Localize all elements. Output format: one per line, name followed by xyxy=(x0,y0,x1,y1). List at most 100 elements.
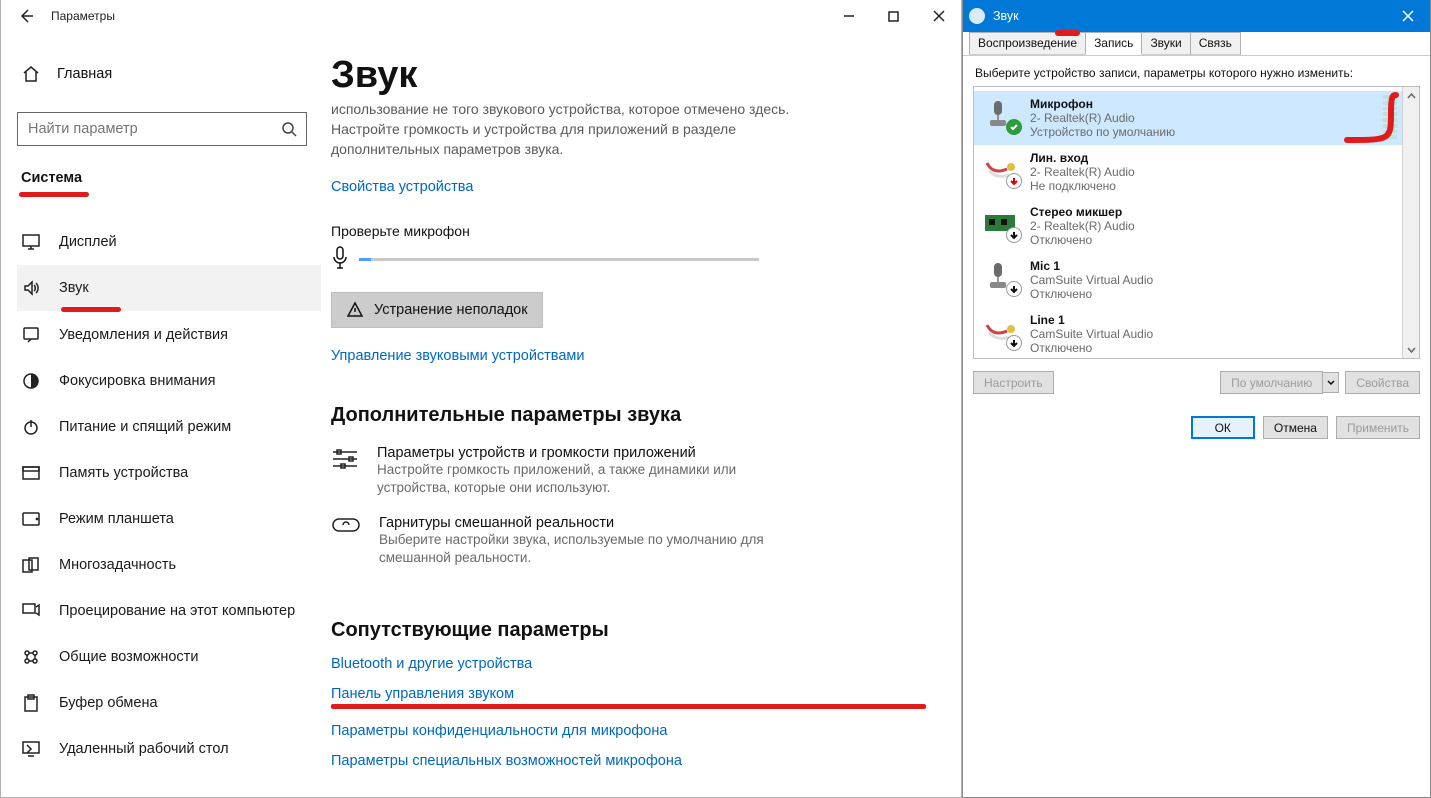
settings-window-title: Параметры xyxy=(43,9,115,23)
app-volume-desc: Настройте громкость приложений, а также … xyxy=(377,461,781,497)
device-icon xyxy=(982,313,1020,349)
sidebar-item-label: Память устройства xyxy=(59,465,188,481)
back-arrow-icon xyxy=(18,8,34,24)
app-volume-item[interactable]: Параметры устройств и громкости приложен… xyxy=(331,445,781,497)
manage-sound-devices-link[interactable]: Управление звуковыми устройствами xyxy=(331,348,931,364)
related-heading: Сопутствующие параметры xyxy=(331,619,931,642)
close-button[interactable] xyxy=(916,1,961,31)
mixed-reality-desc: Выберите настройки звука, используемые п… xyxy=(379,531,781,567)
device-name: Стерео микшер xyxy=(1030,205,1135,219)
mic-level-bar xyxy=(359,258,759,261)
sidebar-item-focus[interactable]: Фокусировка внимания xyxy=(17,358,321,404)
power-icon xyxy=(21,417,41,437)
device-driver: CamSuite Virtual Audio xyxy=(1030,327,1153,341)
sidebar-item-clipboard[interactable]: Буфер обмена xyxy=(17,680,321,726)
sidebar-item-sound[interactable]: Звук xyxy=(17,265,321,311)
scroll-up-icon[interactable] xyxy=(1403,87,1419,104)
intro-text: использование не того звукового устройст… xyxy=(331,99,791,159)
display-icon xyxy=(21,232,41,252)
related-link-0[interactable]: Bluetooth и другие устройства xyxy=(331,656,931,672)
back-button[interactable] xyxy=(9,8,43,24)
device-name: Микрофон xyxy=(1030,97,1175,111)
device-name: Line 1 xyxy=(1030,313,1153,327)
device-list-scrollbar[interactable] xyxy=(1402,87,1419,358)
ok-button[interactable]: ОК xyxy=(1191,416,1255,439)
device-icon xyxy=(982,205,1020,241)
set-default-label: По умолчанию xyxy=(1220,371,1323,394)
mixed-reality-title: Гарнитуры смешанной реальности xyxy=(379,515,781,531)
page-title: Звук xyxy=(331,54,931,97)
sidebar-item-remote[interactable]: Удаленный рабочий стол xyxy=(17,726,321,772)
chevron-down-icon[interactable] xyxy=(1323,372,1339,393)
device-driver: 2- Realtek(R) Audio xyxy=(1030,219,1135,233)
home-nav[interactable]: Главная xyxy=(17,56,321,92)
recording-panel: Выберите устройство записи, параметры ко… xyxy=(963,56,1430,404)
settings-titlebar: Параметры xyxy=(1,0,961,32)
related-link-3[interactable]: Параметры специальных возможностей микро… xyxy=(331,753,931,769)
apply-button[interactable]: Применить xyxy=(1336,416,1420,439)
related-link-1[interactable]: Панель управления звуком xyxy=(331,686,931,702)
sidebar-item-label: Режим планшета xyxy=(59,511,174,527)
related-link-2[interactable]: Параметры конфиденциальности для микрофо… xyxy=(331,723,931,739)
sidebar-item-notify[interactable]: Уведомления и действия xyxy=(17,312,321,358)
device-icon xyxy=(982,259,1020,295)
device-status: Отключено xyxy=(1030,341,1153,355)
sidebar-item-shared[interactable]: Общие возможности xyxy=(17,634,321,680)
sound-close-button[interactable] xyxy=(1386,0,1430,32)
storage-icon xyxy=(21,463,41,483)
minimize-icon xyxy=(843,10,855,22)
device-driver: 2- Realtek(R) Audio xyxy=(1030,165,1135,179)
scroll-down-icon[interactable] xyxy=(1403,341,1419,358)
project-icon xyxy=(21,601,41,621)
sidebar-item-display[interactable]: Дисплей xyxy=(17,219,321,265)
mic-vu-meter xyxy=(1383,95,1397,139)
home-label: Главная xyxy=(57,66,112,82)
sound-icon xyxy=(21,278,41,298)
advanced-heading: Дополнительные параметры звука xyxy=(331,404,931,427)
sidebar-item-storage[interactable]: Память устройства xyxy=(17,450,321,496)
tab-2[interactable]: Звуки xyxy=(1141,32,1190,55)
sidebar-item-label: Буфер обмена xyxy=(59,695,158,711)
multitask-icon xyxy=(21,555,41,575)
home-icon xyxy=(21,64,41,84)
sidebar-item-power[interactable]: Питание и спящий режим xyxy=(17,404,321,450)
mixed-reality-item[interactable]: Гарнитуры смешанной реальности Выберите … xyxy=(331,515,781,567)
device-properties-link[interactable]: Свойства устройства xyxy=(331,179,931,195)
search-input[interactable] xyxy=(18,121,272,137)
properties-button[interactable]: Свойства xyxy=(1345,371,1420,394)
device-driver: 2- Realtek(R) Audio xyxy=(1030,111,1175,125)
device-status: Не подключено xyxy=(1030,179,1135,193)
set-default-button[interactable]: По умолчанию xyxy=(1220,371,1339,394)
sidebar-item-tablet[interactable]: Режим планшета xyxy=(17,496,321,542)
sliders-icon xyxy=(331,445,359,497)
settings-main: Звук использование не того звукового уст… xyxy=(331,32,961,797)
maximize-button[interactable] xyxy=(871,1,916,31)
device-row-0[interactable]: Микрофон2- Realtek(R) AudioУстройство по… xyxy=(974,91,1402,145)
device-name: Лин. вход xyxy=(1030,151,1135,165)
device-row-2[interactable]: Стерео микшер2- Realtek(R) AudioОтключен… xyxy=(974,199,1402,253)
device-row-3[interactable]: Mic 1CamSuite Virtual AudioОтключено xyxy=(974,253,1402,307)
cancel-button[interactable]: Отмена xyxy=(1263,416,1328,439)
sound-dialog: Звук ВоспроизведениеЗаписьЗвукиСвязь Выб… xyxy=(962,0,1431,798)
device-row-1[interactable]: Лин. вход2- Realtek(R) AudioНе подключен… xyxy=(974,145,1402,199)
minimize-button[interactable] xyxy=(826,1,871,31)
sidebar-item-multitask[interactable]: Многозадачность xyxy=(17,542,321,588)
sidebar-item-project[interactable]: Проецирование на этот компьютер xyxy=(17,588,321,634)
configure-button[interactable]: Настроить xyxy=(973,371,1054,394)
annotation-red-underline xyxy=(1055,30,1080,36)
sidebar-item-label: Дисплей xyxy=(59,234,117,250)
settings-sidebar: Главная Система ДисплейЗвукУведомления и… xyxy=(1,32,331,797)
troubleshoot-label: Устранение неполадок xyxy=(374,302,528,318)
device-icon xyxy=(982,151,1020,187)
tab-1[interactable]: Запись xyxy=(1085,32,1142,55)
device-status: Отключено xyxy=(1030,287,1153,301)
sound-window-title: Звук xyxy=(993,9,1019,23)
annotation-red-underline xyxy=(331,704,926,709)
search-box[interactable] xyxy=(17,112,307,146)
notify-icon xyxy=(21,325,41,345)
device-row-4[interactable]: Line 1CamSuite Virtual AudioОтключено xyxy=(974,307,1402,358)
shared-icon xyxy=(21,647,41,667)
tab-3[interactable]: Связь xyxy=(1190,32,1241,55)
troubleshoot-button[interactable]: Устранение неполадок xyxy=(331,292,543,328)
sound-titlebar: Звук xyxy=(963,0,1430,32)
